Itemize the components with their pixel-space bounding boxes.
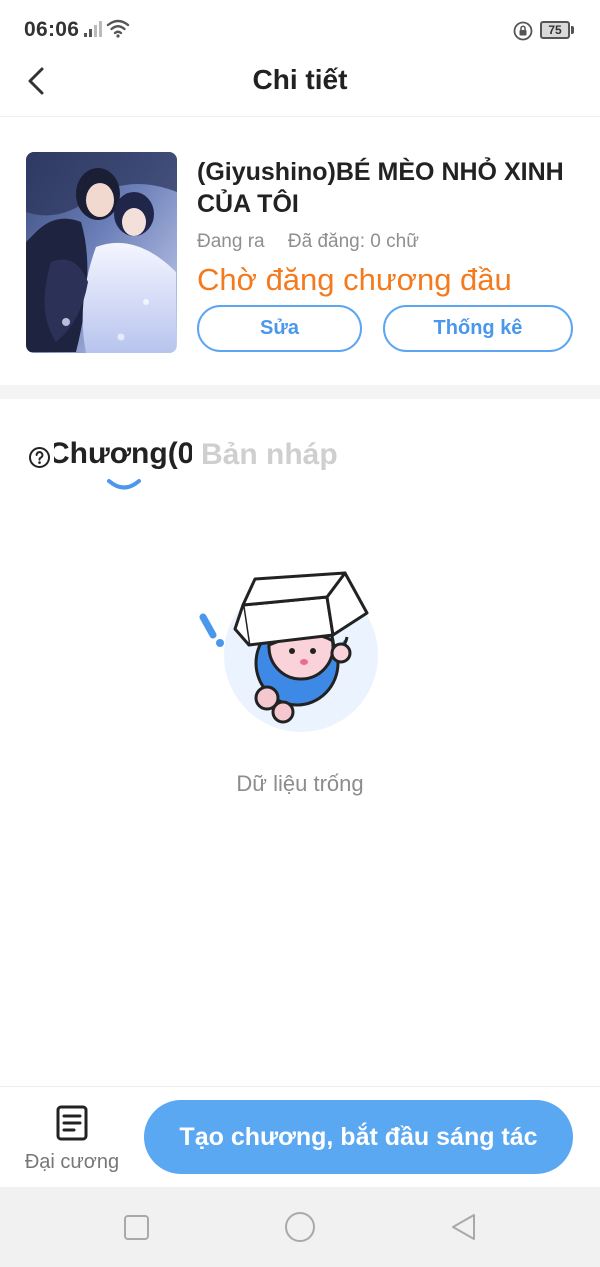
edit-button[interactable]: Sửa <box>197 305 362 352</box>
battery-level: 75 <box>548 23 562 37</box>
question-icon[interactable] <box>28 446 51 469</box>
rotation-lock-icon <box>513 21 533 41</box>
outline-button[interactable]: Đại cương <box>20 1105 124 1175</box>
chapter-tabs: Chương(0) Bản nháp <box>0 430 600 490</box>
outline-label: Đại cương <box>24 1151 120 1173</box>
create-chapter-button[interactable]: Tạo chương, bắt đầu sáng tác <box>144 1100 573 1174</box>
header: Chi tiết <box>0 60 600 116</box>
word-count-label: Đã đăng: 0 chữ <box>287 231 419 252</box>
book-meta: Đang ra Đã đăng: 0 chữ <box>197 231 437 253</box>
tab-chapters-label: Chương(0) <box>54 437 192 470</box>
page-title: Chi tiết <box>252 64 348 95</box>
book-title: (Giyushino)BÉ MÈO NHỎ XINH CỦA TÔI <box>197 158 564 218</box>
stats-button[interactable]: Thống kê <box>383 305 573 352</box>
active-tab-indicator <box>107 479 141 490</box>
status-bar: 06:06 75 <box>0 0 600 60</box>
back-triangle-icon[interactable] <box>449 1212 477 1242</box>
book-status-label: Đang ra <box>197 231 265 252</box>
system-navigation-bar <box>0 1187 600 1267</box>
document-list-icon <box>56 1105 88 1141</box>
section-divider <box>0 385 600 399</box>
home-icon[interactable] <box>285 1212 315 1242</box>
recent-apps-icon[interactable] <box>124 1215 149 1240</box>
empty-box-illustration <box>199 571 378 732</box>
tab-chapters[interactable]: Chương(0) <box>54 437 192 477</box>
empty-state-text: Dữ liệu trống <box>236 771 364 796</box>
status-time: 06:06 <box>24 18 80 41</box>
wifi-icon <box>106 19 130 38</box>
publish-status: Chờ đăng chương đầu <box>197 262 512 297</box>
bottom-action-bar: Đại cương Tạo chương, bắt đầu sáng tác <box>0 1087 600 1187</box>
battery-icon: 75 <box>540 21 574 39</box>
book-cover-image[interactable] <box>26 152 177 353</box>
signal-icon <box>84 21 102 37</box>
book-info-card: (Giyushino)BÉ MÈO NHỎ XINH CỦA TÔI Đang … <box>0 117 600 385</box>
tab-drafts[interactable]: Bản nháp <box>201 438 338 472</box>
